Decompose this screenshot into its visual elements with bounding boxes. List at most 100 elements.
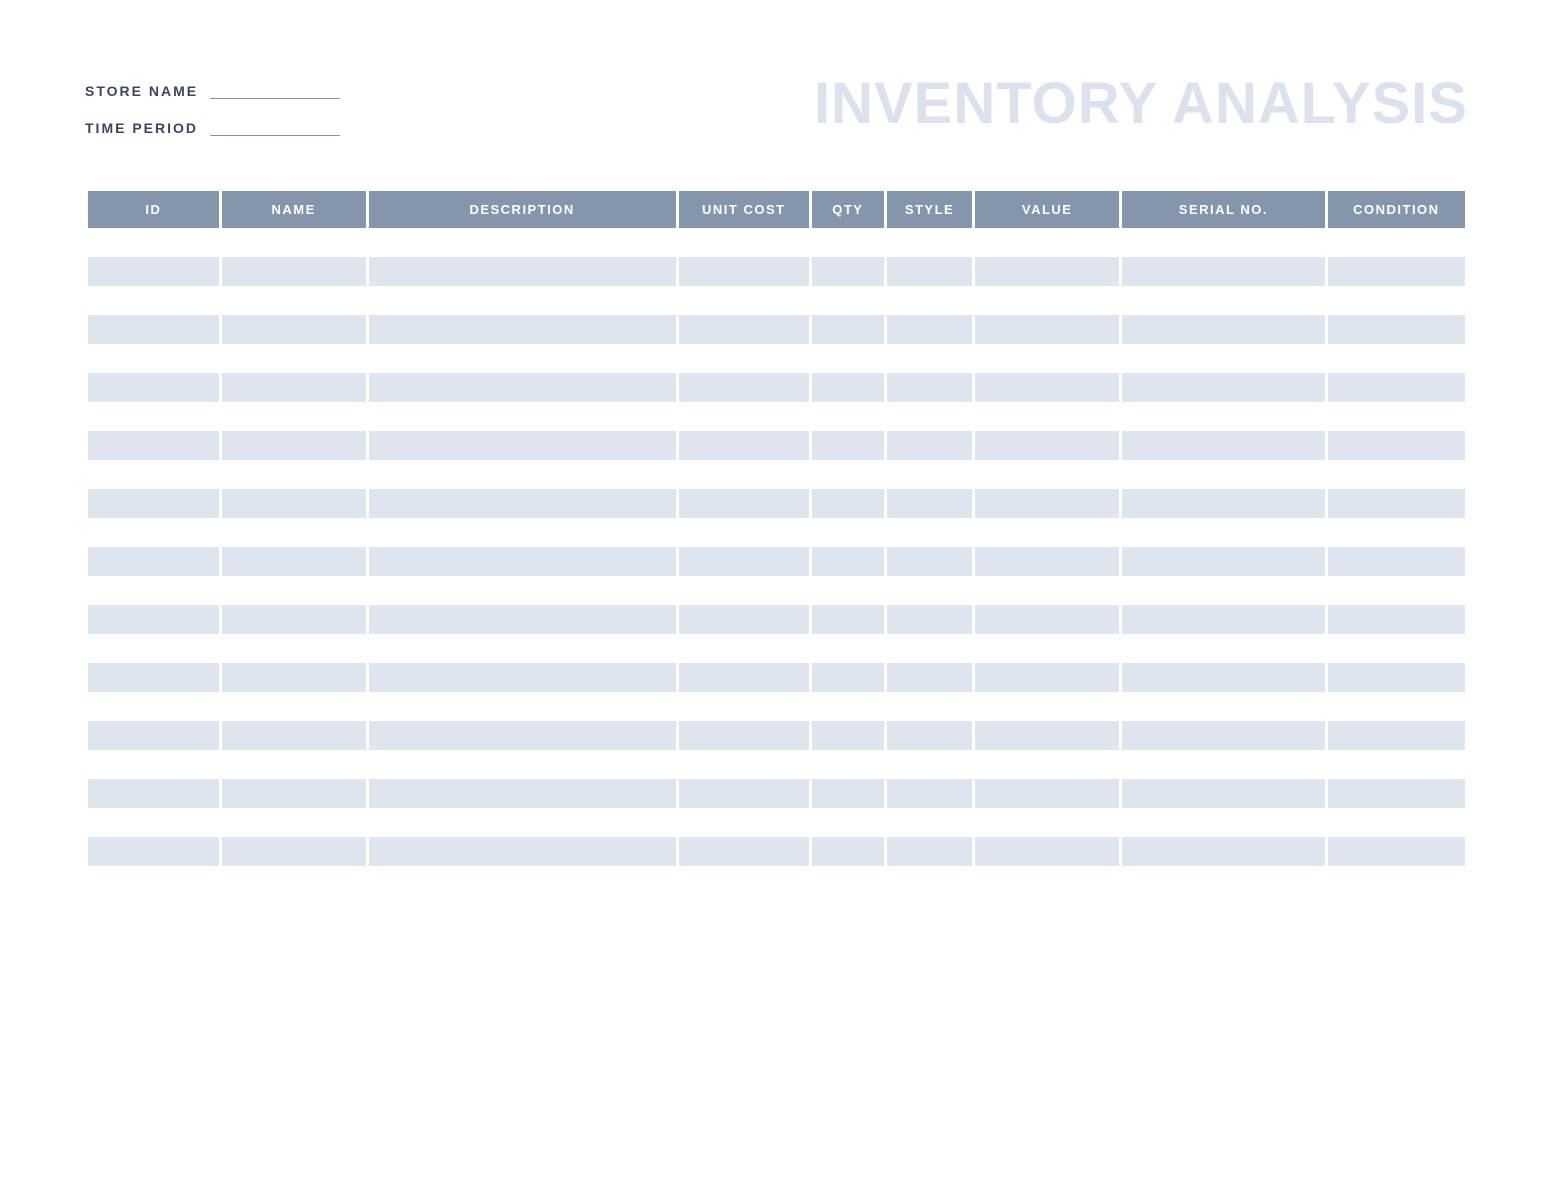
cell-input[interactable] bbox=[375, 721, 670, 750]
store-name-input[interactable] bbox=[210, 80, 340, 99]
cell-input[interactable] bbox=[818, 808, 878, 837]
cell-input[interactable] bbox=[228, 634, 360, 663]
cell-input[interactable] bbox=[818, 315, 878, 344]
cell-input[interactable] bbox=[818, 605, 878, 634]
cell-input[interactable] bbox=[375, 460, 670, 489]
cell-input[interactable] bbox=[893, 634, 967, 663]
cell-input[interactable] bbox=[818, 344, 878, 373]
cell-input[interactable] bbox=[981, 750, 1113, 779]
cell-input[interactable] bbox=[685, 634, 803, 663]
cell-input[interactable] bbox=[981, 315, 1113, 344]
cell-input[interactable] bbox=[893, 286, 967, 315]
cell-input[interactable] bbox=[685, 344, 803, 373]
cell-input[interactable] bbox=[981, 257, 1113, 286]
cell-input[interactable] bbox=[94, 808, 213, 837]
cell-input[interactable] bbox=[1128, 663, 1319, 692]
cell-input[interactable] bbox=[375, 286, 670, 315]
cell-input[interactable] bbox=[1128, 228, 1319, 257]
cell-input[interactable] bbox=[685, 721, 803, 750]
cell-input[interactable] bbox=[1334, 431, 1459, 460]
cell-input[interactable] bbox=[818, 750, 878, 779]
cell-input[interactable] bbox=[228, 721, 360, 750]
cell-input[interactable] bbox=[893, 663, 967, 692]
cell-input[interactable] bbox=[1128, 634, 1319, 663]
cell-input[interactable] bbox=[685, 460, 803, 489]
cell-input[interactable] bbox=[375, 257, 670, 286]
cell-input[interactable] bbox=[228, 431, 360, 460]
cell-input[interactable] bbox=[94, 344, 213, 373]
cell-input[interactable] bbox=[893, 779, 967, 808]
cell-input[interactable] bbox=[981, 373, 1113, 402]
cell-input[interactable] bbox=[818, 373, 878, 402]
cell-input[interactable] bbox=[685, 402, 803, 431]
cell-input[interactable] bbox=[375, 605, 670, 634]
cell-input[interactable] bbox=[94, 779, 213, 808]
cell-input[interactable] bbox=[1334, 837, 1459, 866]
cell-input[interactable] bbox=[685, 837, 803, 866]
cell-input[interactable] bbox=[685, 808, 803, 837]
cell-input[interactable] bbox=[94, 489, 213, 518]
cell-input[interactable] bbox=[685, 431, 803, 460]
cell-input[interactable] bbox=[1128, 808, 1319, 837]
cell-input[interactable] bbox=[685, 518, 803, 547]
cell-input[interactable] bbox=[94, 228, 213, 257]
cell-input[interactable] bbox=[1128, 344, 1319, 373]
cell-input[interactable] bbox=[818, 489, 878, 518]
cell-input[interactable] bbox=[94, 460, 213, 489]
cell-input[interactable] bbox=[1334, 779, 1459, 808]
cell-input[interactable] bbox=[1334, 605, 1459, 634]
cell-input[interactable] bbox=[981, 837, 1113, 866]
cell-input[interactable] bbox=[893, 373, 967, 402]
cell-input[interactable] bbox=[685, 750, 803, 779]
cell-input[interactable] bbox=[94, 750, 213, 779]
cell-input[interactable] bbox=[818, 460, 878, 489]
cell-input[interactable] bbox=[228, 808, 360, 837]
cell-input[interactable] bbox=[1334, 489, 1459, 518]
cell-input[interactable] bbox=[1128, 286, 1319, 315]
cell-input[interactable] bbox=[375, 750, 670, 779]
cell-input[interactable] bbox=[1128, 750, 1319, 779]
cell-input[interactable] bbox=[685, 373, 803, 402]
cell-input[interactable] bbox=[818, 692, 878, 721]
cell-input[interactable] bbox=[981, 663, 1113, 692]
cell-input[interactable] bbox=[893, 576, 967, 605]
cell-input[interactable] bbox=[818, 634, 878, 663]
cell-input[interactable] bbox=[818, 257, 878, 286]
cell-input[interactable] bbox=[94, 315, 213, 344]
cell-input[interactable] bbox=[1128, 489, 1319, 518]
cell-input[interactable] bbox=[228, 837, 360, 866]
cell-input[interactable] bbox=[1128, 315, 1319, 344]
cell-input[interactable] bbox=[893, 315, 967, 344]
cell-input[interactable] bbox=[1128, 547, 1319, 576]
cell-input[interactable] bbox=[375, 402, 670, 431]
cell-input[interactable] bbox=[1128, 837, 1319, 866]
cell-input[interactable] bbox=[1128, 257, 1319, 286]
cell-input[interactable] bbox=[1334, 721, 1459, 750]
cell-input[interactable] bbox=[1128, 692, 1319, 721]
cell-input[interactable] bbox=[981, 547, 1113, 576]
cell-input[interactable] bbox=[818, 431, 878, 460]
cell-input[interactable] bbox=[375, 228, 670, 257]
cell-input[interactable] bbox=[981, 779, 1113, 808]
cell-input[interactable] bbox=[981, 431, 1113, 460]
cell-input[interactable] bbox=[94, 257, 213, 286]
cell-input[interactable] bbox=[981, 489, 1113, 518]
cell-input[interactable] bbox=[1334, 808, 1459, 837]
cell-input[interactable] bbox=[375, 808, 670, 837]
cell-input[interactable] bbox=[981, 460, 1113, 489]
cell-input[interactable] bbox=[228, 315, 360, 344]
cell-input[interactable] bbox=[1334, 286, 1459, 315]
cell-input[interactable] bbox=[228, 779, 360, 808]
cell-input[interactable] bbox=[818, 402, 878, 431]
cell-input[interactable] bbox=[228, 547, 360, 576]
cell-input[interactable] bbox=[685, 286, 803, 315]
cell-input[interactable] bbox=[893, 344, 967, 373]
cell-input[interactable] bbox=[94, 373, 213, 402]
cell-input[interactable] bbox=[685, 692, 803, 721]
cell-input[interactable] bbox=[94, 402, 213, 431]
cell-input[interactable] bbox=[228, 605, 360, 634]
cell-input[interactable] bbox=[228, 576, 360, 605]
cell-input[interactable] bbox=[685, 315, 803, 344]
cell-input[interactable] bbox=[94, 837, 213, 866]
cell-input[interactable] bbox=[228, 750, 360, 779]
